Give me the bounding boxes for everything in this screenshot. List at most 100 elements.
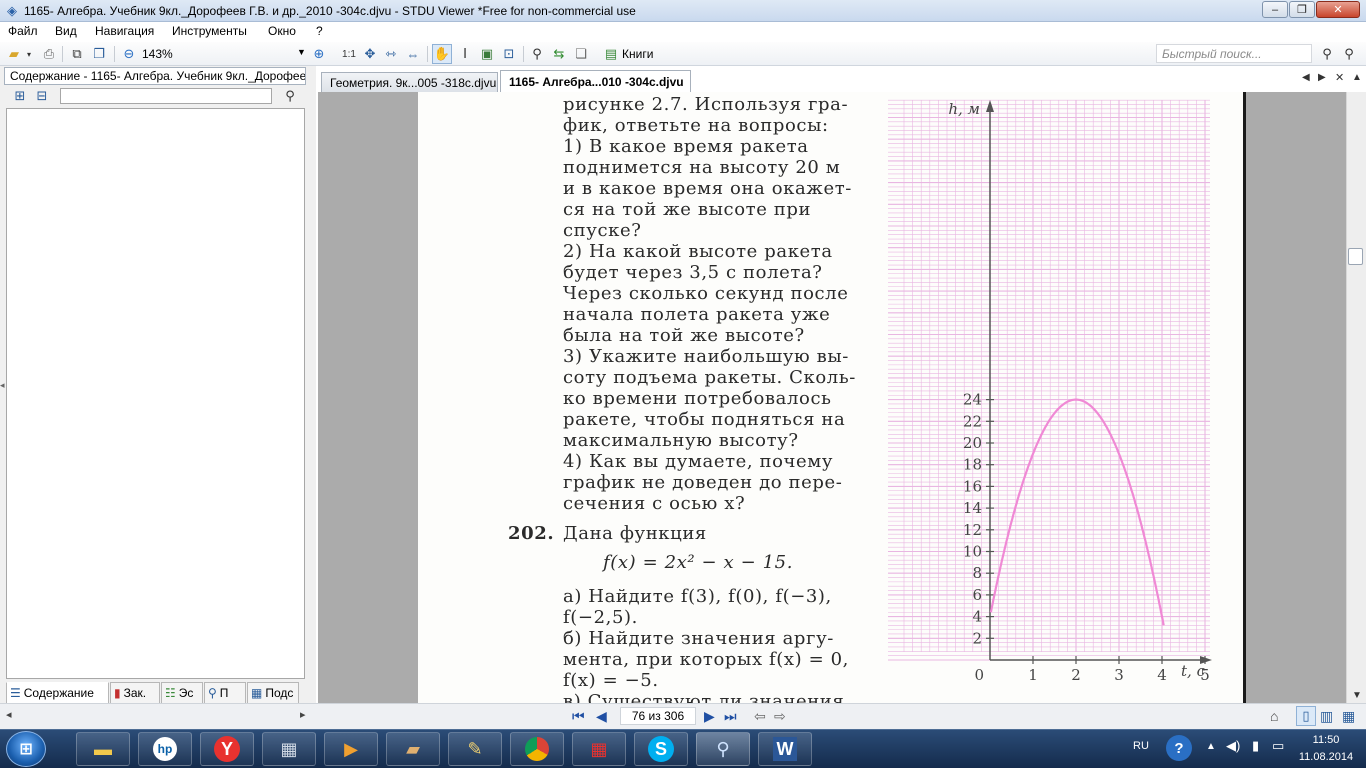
tab-geometry-document[interactable]: Геометрия. 9к...005 -318c.djvu [321,72,498,92]
vertical-scrollbar[interactable] [1346,92,1366,703]
help-tray-icon[interactable]: ? [1166,735,1192,761]
tab-algebra-document[interactable]: 1165- Алгебра...010 -304c.djvu [500,70,691,92]
close-button[interactable]: ✕ [1316,1,1360,18]
books-icon[interactable]: ▤ [602,45,620,63]
document-view[interactable]: рисунке 2.7. Используя гра-фик, ответьте… [318,92,1346,703]
forward-icon[interactable]: ⇨ [774,708,786,725]
grid-view-icon[interactable]: ▦ [1342,708,1355,725]
apps-grid-taskbar-icon[interactable]: ▦ [572,732,626,766]
zoom-out-icon[interactable]: ⊖ [120,45,138,63]
text-line: в) Существуют ли значения [563,691,845,703]
contents-tree[interactable] [6,108,305,679]
start-button-icon[interactable]: ⊞ [6,731,46,767]
tab-search[interactable]: ⚲ П [204,682,246,704]
quick-search-input[interactable]: Быстрый поиск... [1156,44,1312,63]
network-icon[interactable]: ▮ [1252,738,1259,754]
menu-navigation[interactable]: Навигация [95,24,154,38]
media-player-taskbar-icon[interactable]: ▶ [324,732,378,766]
fit-page-icon[interactable]: ✥ [361,45,379,63]
zoom-tool-icon[interactable]: ⊡ [500,45,518,63]
power-icon[interactable]: ▭ [1272,738,1284,754]
maximize-button[interactable]: ❐ [1289,1,1315,18]
actual-size-button[interactable]: 1:1 [340,45,358,63]
hp-taskbar-icon[interactable]: hp [138,732,192,766]
volume-icon[interactable]: ◀) [1226,738,1240,754]
prev-page-icon[interactable]: ◀ [596,708,607,725]
text-select-icon[interactable]: Ⅰ [456,45,474,63]
tab-contents[interactable]: ☰ Содержание [6,682,109,704]
text-line: максимальную высоту? [563,430,799,451]
text-line: была на той же высоте? [563,325,805,346]
tab-bookmarks[interactable]: ▮ Зак. [110,682,160,704]
search-options-icon[interactable]: ⚲ [1340,45,1358,63]
tab-bookmarks-label: Зак. [123,686,147,700]
toolbar-separator [62,46,63,62]
fit-width-icon[interactable]: ⇿ [382,45,400,63]
panel-splitter[interactable] [306,66,316,706]
show-hidden-icons-icon[interactable]: ▲ [1206,741,1216,752]
filter-search-icon[interactable]: ⚲ [282,87,298,105]
single-page-view-icon[interactable]: ▯ [1296,706,1316,726]
page-number-field[interactable]: 76 из 306 [620,707,696,725]
collapse-panel-icon[interactable]: ◂ [0,380,5,391]
zoom-dropdown-icon[interactable]: ▼ [297,47,306,57]
find-next-icon[interactable]: ⇆ [550,45,568,63]
scroll-up-icon[interactable]: ▲ [1352,72,1362,83]
menu-window[interactable]: Окно [268,24,296,38]
copy-pages-icon[interactable]: ❐ [90,45,108,63]
books-button[interactable]: Книги [622,47,653,61]
document-tabs: Геометрия. 9к...005 -318c.djvu 1165- Алг… [318,70,1366,92]
last-page-icon[interactable]: ⏭ [724,708,737,725]
minimize-button[interactable]: – [1262,1,1288,18]
menu-file[interactable]: Файл [8,24,38,38]
tab-scroll-right-icon[interactable]: ▶ [1318,72,1326,83]
calculator-taskbar-icon[interactable]: ▦ [262,732,316,766]
tab-scroll-left-icon[interactable]: ◀ [1302,72,1310,83]
back-icon[interactable]: ⇦ [754,708,766,725]
contents-panel-tab[interactable]: Содержание - 1165- Алгебра. Учебник 9кл.… [4,67,306,85]
two-page-view-icon[interactable]: ▥ [1320,708,1333,725]
find-icon[interactable]: ⚲ [528,45,546,63]
clock-time[interactable]: 11:50 [1296,734,1356,746]
explorer-taskbar-icon[interactable]: ▬ [76,732,130,766]
menu-help[interactable]: ? [316,24,323,38]
open-dropdown-icon[interactable]: ▾ [24,45,34,63]
chrome-taskbar-icon[interactable] [510,732,564,766]
yandex-browser-taskbar-icon[interactable]: Y [200,732,254,766]
stdu-app-icon[interactable]: ◈ [4,3,20,19]
continuous-mode-icon[interactable]: ⌂ [1270,708,1278,724]
zoom-combo[interactable]: 143% [142,45,306,63]
zoom-in-icon[interactable]: ⊕ [310,45,328,63]
hand-tool-icon[interactable]: ✋ [432,44,452,64]
menu-view[interactable]: Вид [55,24,77,38]
hscroll-left-icon[interactable]: ◂ [6,708,12,721]
keyboard-language[interactable]: RU [1133,740,1149,752]
print-icon[interactable]: ⎙ [40,45,58,63]
tab-thumbnails[interactable]: ☷ Эс [161,682,203,704]
close-tab-icon[interactable]: ✕ [1335,71,1344,84]
stdu-viewer-taskbar-icon[interactable]: ⚲ [696,732,750,766]
search-binoculars-icon[interactable]: ⚲ [1318,45,1336,63]
collapse-tree-icon[interactable]: ⊟ [34,87,50,105]
y-tick-label: 8 [972,564,982,582]
snapshot-icon[interactable]: ▣ [478,45,496,63]
hscroll-right-icon[interactable]: ▸ [300,708,306,721]
app-taskbar-icon[interactable]: ▰ [386,732,440,766]
menu-tools[interactable]: Инструменты [172,24,247,38]
open-folder-icon[interactable]: ▰ [5,45,23,63]
next-page-icon[interactable]: ▶ [704,708,715,725]
contents-filter-input[interactable] [60,88,272,104]
fit-visible-icon[interactable]: ⇔ [404,45,422,63]
tab-highlights[interactable]: ▦ Подс [247,682,299,704]
export-icon[interactable]: ⧉ [68,45,86,63]
vertical-scroll-thumb[interactable] [1348,248,1363,265]
find-all-icon[interactable]: ❏ [572,45,590,63]
expand-tree-icon[interactable]: ⊞ [12,87,28,105]
search-results-icon: ⚲ [208,686,217,700]
first-page-icon[interactable]: ⏮ [572,708,585,725]
word-taskbar-icon[interactable]: W [758,732,812,766]
skype-taskbar-icon[interactable]: S [634,732,688,766]
clock-date[interactable]: 11.08.2014 [1296,751,1356,763]
scroll-down-icon[interactable]: ▼ [1352,690,1362,701]
paint-taskbar-icon[interactable]: ✎ [448,732,502,766]
